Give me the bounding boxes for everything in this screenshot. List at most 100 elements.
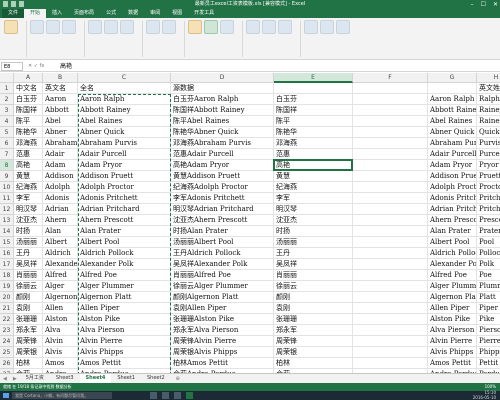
row-header[interactable]: 1 [0,83,14,94]
cell-g1[interactable] [428,83,477,94]
cell-f1[interactable] [353,83,428,94]
cell-f13[interactable] [353,215,428,226]
cell-f4[interactable] [353,116,428,127]
spreadsheet-grid[interactable]: A B C D E F G H 1 中文名 英文名 全名 源数据 英文姓 2 白玉芬 Aaron Aaron Ra… [0,73,500,373]
cell-c14[interactable]: Alan Prater [78,226,171,237]
cell-e19[interactable]: 徐丽云 [274,281,353,292]
column-header-d[interactable]: D [171,73,274,83]
ribbon-tab-1[interactable]: 开始 [24,9,47,18]
number-group[interactable] [146,20,176,50]
cell-h17[interactable]: Polk [477,259,500,270]
cell-g20[interactable]: Algernon Platt [428,292,477,303]
ribbon-tab-6[interactable]: 审阅 [144,9,166,18]
cell-a19[interactable]: 徐丽云 [14,281,43,292]
row-header[interactable]: 3 [0,105,14,116]
cell-h5[interactable]: Quick [477,127,500,138]
cell-d23[interactable]: 郑永军Alva Pierson [171,325,274,336]
font-icon[interactable] [30,20,44,34]
cell-c24[interactable]: Alvin Pierre [78,336,171,347]
sheet-tab-1[interactable]: Sheet3 [50,374,80,383]
cell-b9[interactable]: Addison [43,171,78,182]
delete-icon[interactable] [262,20,276,34]
cell-c7[interactable]: Adair Purcell [78,149,171,160]
cell-d5[interactable]: 陈艳华Abner Quick [171,127,274,138]
cell-h4[interactable]: Raines [477,116,500,127]
cell-b13[interactable]: Ahern [43,215,78,226]
cell-a12[interactable]: 明汉琴 [14,204,43,215]
cell-b12[interactable]: Adrian [43,204,78,215]
cell-g24[interactable]: Alvin Pierre [428,336,477,347]
cell-h11[interactable]: Pritchett [477,193,500,204]
cell-c8[interactable]: Adam Pryor [78,160,171,171]
add-sheet-icon[interactable]: ⊕ [171,376,185,382]
cell-a26[interactable]: 柏林 [14,358,43,369]
cell-b10[interactable]: Adolph [43,182,78,193]
cell-b7[interactable]: Adair [43,149,78,160]
cell-a22[interactable]: 张珊珊 [14,314,43,325]
cell-a6[interactable]: 邓海燕 [14,138,43,149]
align-left-icon[interactable] [88,20,102,34]
cell-h26[interactable]: Pettit [477,358,500,369]
cell-a8[interactable]: 高艳 [14,160,43,171]
cell-d12[interactable]: 明汉琴Adrian Pritchard [171,204,274,215]
cell-g10[interactable]: Adolph Proctor [428,182,477,193]
cell-g16[interactable]: Aldrich Pollock [428,248,477,259]
cell-d8[interactable]: 高艳Adam Pryor [171,160,274,171]
cell-g7[interactable]: Adair Purcell [428,149,477,160]
cell-g13[interactable]: Ahern Prescott [428,215,477,226]
cell-h14[interactable]: Prater [477,226,500,237]
cell-g11[interactable]: Adonis Pritchett [428,193,477,204]
row-header[interactable]: 25 [0,347,14,358]
font-group[interactable] [30,20,76,50]
windows-start-icon[interactable] [3,393,9,398]
cells-group[interactable] [246,20,292,50]
cell-d10[interactable]: 纪海燕Adolph Proctor [171,182,274,193]
cell-g18[interactable]: Alfred Poe [428,270,477,281]
cell-c25[interactable]: Alvis Phipps [78,347,171,358]
cell-e4[interactable]: 陈平 [274,116,353,127]
cell-b1[interactable]: 英文名 [43,83,78,94]
cell-f21[interactable] [353,303,428,314]
bold-icon[interactable] [46,20,60,34]
cell-f19[interactable] [353,281,428,292]
find-select-icon[interactable] [336,20,350,34]
cell-h15[interactable]: Pool [477,237,500,248]
cell-g6[interactable]: Abraham Purvis [428,138,477,149]
cell-e25[interactable]: 周荣银 [274,347,353,358]
cell-g17[interactable]: Alexander Polk [428,259,477,270]
cell-e14[interactable]: 时扬 [274,226,353,237]
cell-d27[interactable]: 仓莉Andre Perdue [171,369,274,373]
cell-f18[interactable] [353,270,428,281]
column-header-e[interactable]: E [274,73,353,83]
cell-e9[interactable]: 黄慧 [274,171,353,182]
cell-c13[interactable]: Ahern Prescott [78,215,171,226]
minimize-icon[interactable]: – [471,0,474,9]
cell-c26[interactable]: Amos Pettit [78,358,171,369]
cell-d11[interactable]: 李军Adonis Pritchett [171,193,274,204]
cell-b5[interactable]: Abner [43,127,78,138]
cell-d17[interactable]: 吴凤祥Alexander Polk [171,259,274,270]
cell-d25[interactable]: 周荣银Alvis Phipps [171,347,274,358]
cell-f14[interactable] [353,226,428,237]
row-header[interactable]: 8 [0,160,14,171]
cell-d14[interactable]: 时扬Alan Prater [171,226,274,237]
cell-c11[interactable]: Adonis Pritchett [78,193,171,204]
ribbon-tab-0[interactable]: 文件 [2,9,25,18]
column-header-f[interactable]: F [353,73,428,83]
format-icon[interactable] [278,20,292,34]
editing-group[interactable] [304,20,350,50]
sort-filter-icon[interactable] [320,20,334,34]
cell-a2[interactable]: 白玉芬 [14,94,43,105]
task-view-icon[interactable] [150,392,157,399]
cell-a23[interactable]: 郑永军 [14,325,43,336]
row-header[interactable]: 13 [0,215,14,226]
cell-e13[interactable]: 沈亚杰 [274,215,353,226]
cell-a1[interactable]: 中文名 [14,83,43,94]
cell-c5[interactable]: Abner Quick [78,127,171,138]
cell-h20[interactable]: Platt [477,292,500,303]
cell-a3[interactable]: 陈国祥 [14,105,43,116]
cell-c6[interactable]: Abraham Purvis [78,138,171,149]
cell-g23[interactable]: Alva Pierson [428,325,477,336]
row-header[interactable]: 21 [0,303,14,314]
cell-d26[interactable]: 柏林Amos Pettit [171,358,274,369]
